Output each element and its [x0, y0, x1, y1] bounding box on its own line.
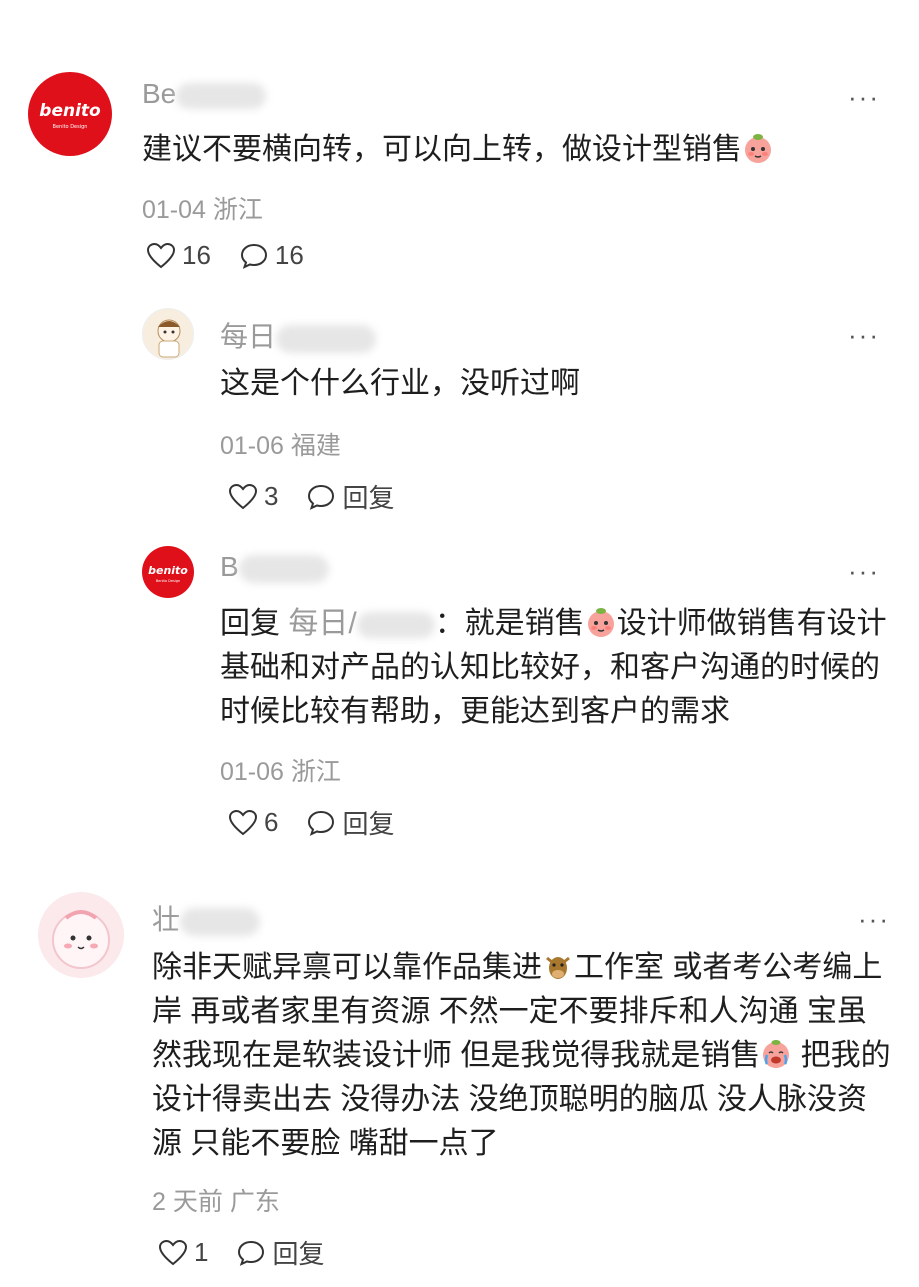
username[interactable]: Be	[142, 78, 267, 110]
comment-region: 浙江	[290, 758, 341, 786]
redacted-name	[238, 554, 329, 583]
reply-button[interactable]: 回复	[236, 1234, 324, 1271]
comment-meta: 01-06 浙江	[220, 752, 341, 788]
comment-actions: 16 16	[146, 240, 332, 271]
cow-emoji-icon	[546, 956, 570, 979]
username-text: B	[220, 551, 239, 582]
like-count: 1	[194, 1237, 209, 1267]
comment-date: 01-06	[220, 432, 284, 460]
peach-blush-emoji-icon	[745, 134, 771, 163]
comment-date: 01-06	[220, 758, 284, 786]
more-button[interactable]: ···	[848, 558, 880, 584]
crying-laughing-emoji-icon	[763, 1040, 790, 1068]
comment-region: 浙江	[212, 196, 263, 224]
avatar[interactable]	[142, 308, 194, 360]
comment-date: 01-04	[142, 196, 206, 224]
reply-button[interactable]: 回复	[306, 804, 394, 841]
avatar[interactable]	[38, 892, 124, 978]
like-count: 6	[264, 807, 279, 837]
more-button[interactable]: ···	[858, 906, 890, 932]
brand-logo-icon: benito Benito Design	[39, 101, 101, 130]
username[interactable]: 每日	[220, 315, 377, 355]
username-text: Be	[142, 78, 177, 109]
reply-label: 回复	[342, 483, 395, 513]
comment-meta: 01-04 浙江	[142, 190, 263, 226]
heart-icon	[158, 1239, 188, 1265]
comment-meta: 01-06 福建	[220, 426, 341, 462]
like-count: 3	[264, 481, 279, 511]
avatar[interactable]: benito Benito Design	[28, 72, 112, 156]
comment-bubble-icon	[240, 243, 267, 269]
avatar-logo-text: benito	[39, 101, 101, 121]
more-button[interactable]: ···	[848, 322, 880, 348]
comment-bubble-icon	[238, 1240, 265, 1266]
redacted-name	[176, 82, 267, 109]
comment-actions: 1 回复	[158, 1234, 352, 1271]
like-button[interactable]: 16	[146, 240, 211, 271]
username[interactable]: B	[220, 551, 329, 583]
avatar-logo-subtext: Benito Design	[53, 124, 88, 130]
like-button[interactable]: 3	[228, 481, 278, 512]
comment-region: 福建	[290, 432, 341, 460]
reply-label: 回复	[342, 809, 395, 839]
redacted-name	[180, 907, 261, 936]
avatar[interactable]: benito Benito Design	[142, 546, 194, 598]
comment-region: 广东	[229, 1188, 280, 1216]
redacted-name	[276, 324, 377, 353]
comment-text: 建议不要横向转，可以向上转，做设计型销售	[142, 128, 842, 172]
comment-meta: 2 天前 广东	[152, 1182, 280, 1218]
reply-button[interactable]: 16	[239, 240, 304, 271]
pink-cartoon-avatar-icon	[52, 910, 110, 969]
reply-to-user[interactable]: 每日/	[288, 607, 435, 640]
cartoon-avatar-icon	[157, 319, 181, 358]
peach-blush-emoji-icon	[587, 608, 614, 637]
avatar-logo-text: benito	[148, 564, 188, 577]
username-text: 每日	[220, 321, 277, 352]
heart-icon	[228, 483, 258, 509]
comment-text: 这是个什么行业，没听过啊	[220, 367, 580, 400]
comment-text: 除非天赋异禀可以靠作品集进 工作室 或者考公考编上岸 再或者家里有资源 不然一定不…	[152, 951, 891, 1160]
heart-icon	[146, 242, 176, 268]
reply-label: 回复	[272, 1239, 325, 1269]
username[interactable]: 壮	[152, 898, 261, 938]
comment-text: 回复 每日/：就是销售 设计师做销售有设计基础和对产品的认知比较好，和客户沟通的时…	[220, 607, 887, 728]
like-button[interactable]: 1	[158, 1237, 208, 1268]
like-count: 16	[182, 240, 211, 270]
brand-logo-icon: benito Benito Design	[148, 564, 188, 583]
comment-date: 2 天前	[152, 1188, 223, 1216]
more-button[interactable]: ···	[848, 84, 880, 110]
comment-bubble-icon	[308, 484, 335, 510]
reply-button[interactable]: 回复	[306, 478, 394, 515]
heart-icon	[228, 809, 258, 835]
comment-actions: 3 回复	[228, 478, 422, 515]
comment-actions: 6 回复	[228, 804, 422, 841]
comment-bubble-icon	[308, 810, 335, 836]
reply-count: 16	[274, 240, 304, 270]
reply-prefix: 回复	[220, 607, 280, 640]
avatar-logo-subtext: Benito Design	[156, 579, 180, 583]
like-button[interactable]: 6	[228, 807, 278, 838]
username-text: 壮	[152, 904, 181, 935]
